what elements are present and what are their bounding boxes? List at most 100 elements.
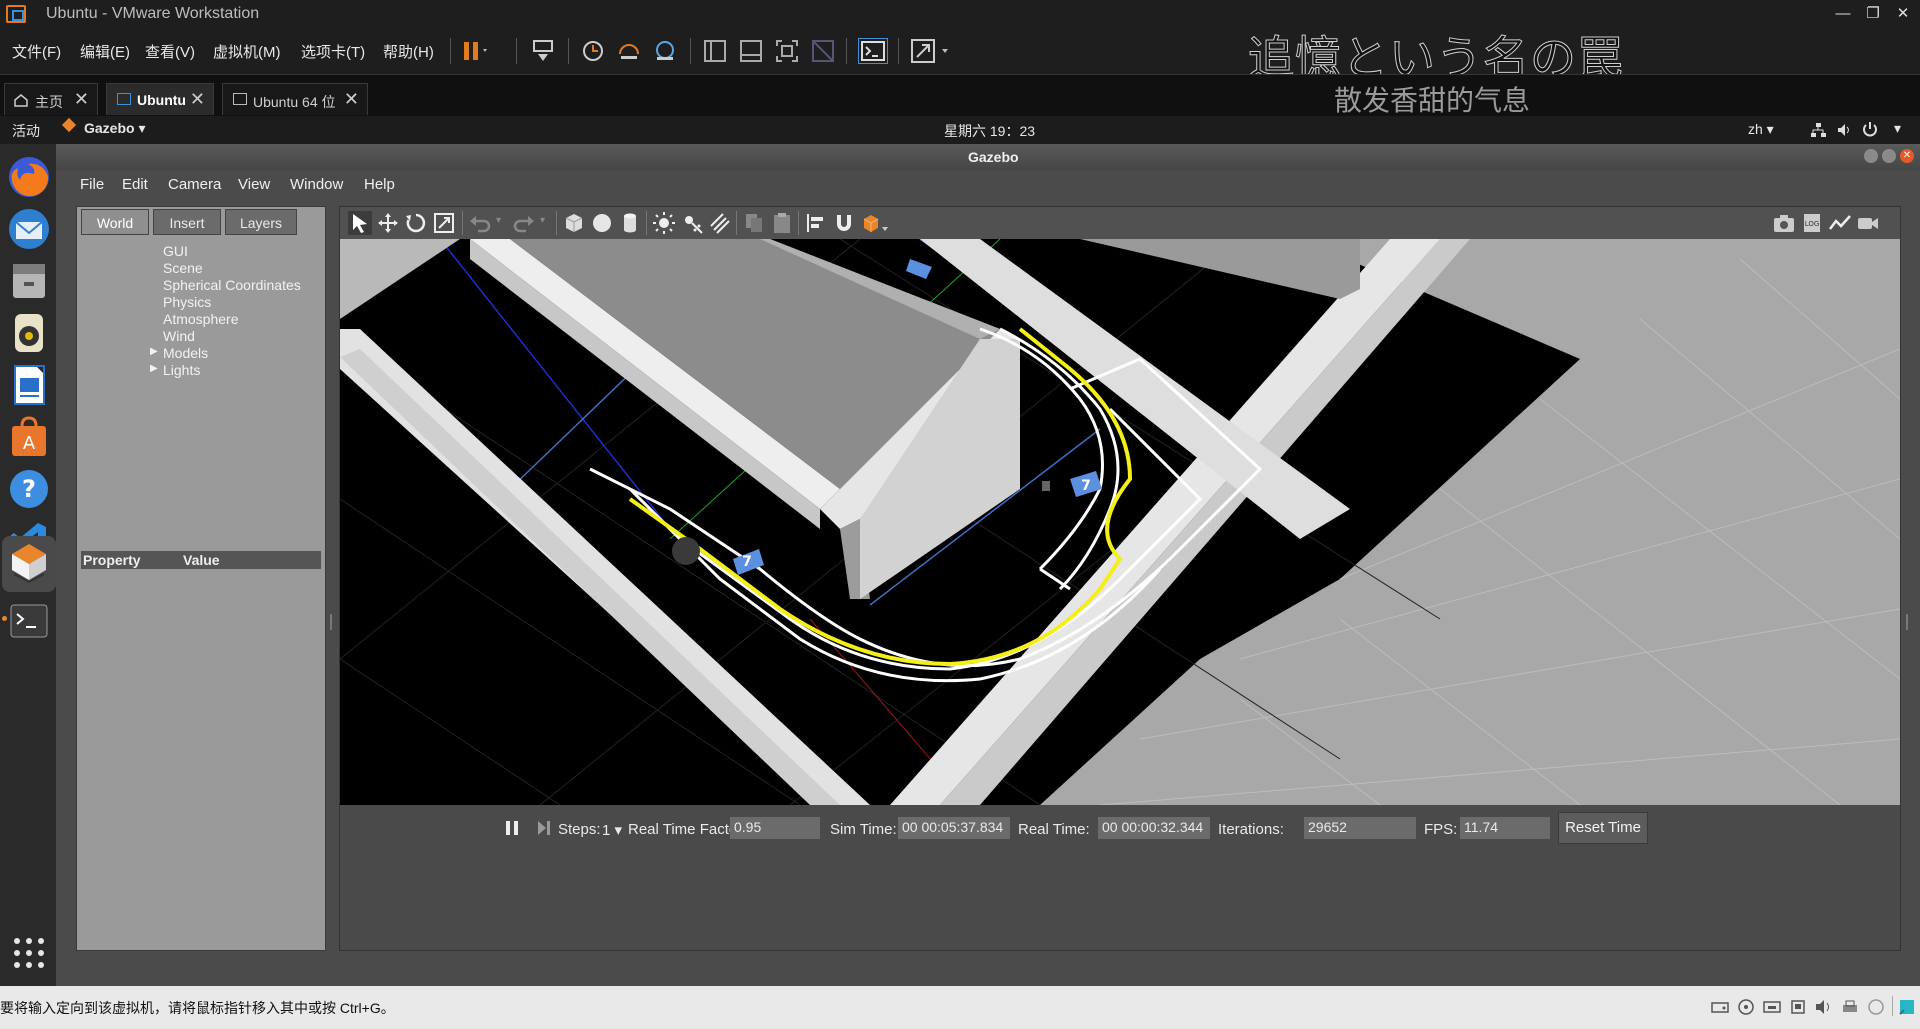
screenshot-icon[interactable] (1772, 211, 1796, 235)
tree-item-gui[interactable]: GUI (163, 243, 188, 259)
show-applications-icon[interactable] (6, 930, 52, 976)
step-icon[interactable] (536, 819, 552, 837)
tree-item-spherical-coordinates[interactable]: Spherical Coordinates (163, 277, 301, 293)
gazebo-dock-item[interactable] (2, 536, 56, 592)
libreoffice-writer-icon[interactable] (6, 362, 52, 408)
menu-edit[interactable]: 编辑(E) (80, 41, 130, 62)
menu-help[interactable]: 帮助(H) (383, 41, 434, 62)
maximize-icon[interactable] (1882, 149, 1896, 163)
undo-history-chevron-icon[interactable]: ▾ (496, 215, 501, 226)
menu-vm[interactable]: 虚拟机(M) (213, 41, 281, 62)
unity-mode-icon[interactable] (810, 38, 836, 64)
sphere-shape-icon[interactable] (590, 211, 614, 235)
steps-spinner[interactable]: 1 ▾ (602, 821, 622, 839)
usb-icon[interactable] (1788, 998, 1808, 1016)
menu-view[interactable]: View (238, 176, 270, 193)
directional-light-icon[interactable] (708, 211, 732, 235)
software-center-icon[interactable]: A (6, 414, 52, 460)
paste-icon[interactable] (770, 211, 794, 235)
tab-insert[interactable]: Insert (153, 209, 221, 235)
align-icon[interactable] (804, 211, 828, 235)
menu-view[interactable]: 查看(V) (145, 41, 195, 62)
close-icon[interactable]: ✕ (1888, 2, 1918, 26)
tab-world[interactable]: World (81, 209, 149, 235)
clock[interactable]: 星期六 19：23 (944, 121, 1035, 141)
expand-arrow-icon[interactable]: ▶ (150, 363, 158, 374)
close-tab-icon[interactable]: ✕ (74, 89, 89, 110)
snapshot-icon[interactable] (580, 38, 606, 64)
show-library-icon[interactable] (702, 38, 728, 64)
menu-camera[interactable]: Camera (168, 176, 221, 193)
menu-file[interactable]: 文件(F) (12, 41, 61, 62)
log-icon[interactable]: LOG (1800, 211, 1824, 235)
menu-help[interactable]: Help (364, 176, 395, 193)
close-icon[interactable]: ✕ (1900, 149, 1914, 163)
console-view-icon[interactable] (858, 38, 888, 64)
help-icon[interactable]: ? (6, 466, 52, 512)
network-icon[interactable] (1810, 122, 1826, 138)
menu-window[interactable]: Window (290, 176, 343, 193)
restore-icon[interactable]: ❐ (1858, 2, 1888, 26)
tab-ubuntu[interactable]: Ubuntu ✕ (106, 83, 214, 115)
fullscreen-icon[interactable] (774, 38, 800, 64)
app-menu[interactable]: Gazebo ▾ (84, 120, 146, 137)
cylinder-shape-icon[interactable] (618, 211, 642, 235)
volume-icon[interactable] (1836, 122, 1852, 138)
close-tab-icon[interactable]: ✕ (344, 89, 359, 110)
firefox-icon[interactable] (6, 154, 52, 200)
stretch-guest-icon[interactable] (910, 38, 954, 64)
hdd-icon[interactable] (1710, 998, 1730, 1016)
menu-file[interactable]: File (80, 176, 104, 193)
thunderbird-icon[interactable] (6, 206, 52, 252)
reset-time-button[interactable]: Reset Time (1558, 812, 1648, 844)
view-angle-icon[interactable] (860, 211, 894, 235)
select-mode-icon[interactable] (348, 211, 372, 235)
menu-tabs[interactable]: 选项卡(T) (301, 41, 365, 62)
copy-icon[interactable] (742, 211, 766, 235)
panel-splitter-handle[interactable] (330, 614, 332, 630)
3d-viewport[interactable]: 7 7 (339, 238, 1901, 806)
snapshot-manager-icon[interactable] (652, 38, 678, 64)
minimize-icon[interactable] (1864, 149, 1878, 163)
send-ctrl-alt-del-icon[interactable] (530, 38, 556, 64)
cd-icon[interactable] (1736, 998, 1756, 1016)
activities-button[interactable]: 活动 (12, 121, 40, 141)
pause-icon[interactable] (504, 819, 520, 837)
scene-canvas[interactable]: 7 7 (339, 238, 1901, 806)
pause-vm-icon[interactable] (460, 38, 487, 64)
sound-card-icon[interactable] (1814, 998, 1834, 1016)
tree-item-lights[interactable]: Lights (163, 362, 200, 378)
translate-mode-icon[interactable] (376, 211, 400, 235)
input-method-menu[interactable]: zh ▾ (1748, 121, 1774, 138)
tree-item-scene[interactable]: Scene (163, 260, 203, 276)
tree-item-physics[interactable]: Physics (163, 294, 211, 310)
tree-item-wind[interactable]: Wind (163, 328, 195, 344)
point-light-icon[interactable] (652, 211, 676, 235)
thumbnail-bar-icon[interactable] (738, 38, 764, 64)
marker-model[interactable] (1042, 481, 1050, 491)
close-tab-icon[interactable]: ✕ (190, 89, 205, 110)
rotate-mode-icon[interactable] (404, 211, 428, 235)
tab-layers[interactable]: Layers (225, 209, 297, 235)
robot-model[interactable] (672, 537, 700, 565)
power-icon[interactable] (1862, 121, 1878, 137)
system-menu-chevron-icon[interactable]: ▾ (1894, 120, 1901, 137)
panel-splitter-handle[interactable] (1906, 614, 1908, 630)
rhythmbox-icon[interactable] (6, 310, 52, 356)
files-icon[interactable] (6, 258, 52, 304)
spot-light-icon[interactable] (680, 211, 704, 235)
snap-icon[interactable] (832, 211, 856, 235)
tree-item-models[interactable]: Models (163, 345, 208, 361)
network-adapter-icon[interactable] (1762, 998, 1782, 1016)
redo-history-chevron-icon[interactable]: ▾ (540, 215, 545, 226)
tab-ubuntu-64[interactable]: Ubuntu 64 位 ✕ (222, 83, 368, 115)
message-log-icon[interactable] (1898, 998, 1918, 1016)
revert-snapshot-icon[interactable] (616, 38, 642, 64)
printer-icon[interactable] (1840, 998, 1860, 1016)
expand-arrow-icon[interactable]: ▶ (150, 346, 158, 357)
box-shape-icon[interactable] (562, 211, 586, 235)
terminal-icon[interactable] (6, 598, 52, 644)
video-record-icon[interactable] (1856, 211, 1880, 235)
menu-edit[interactable]: Edit (122, 176, 148, 193)
tree-item-atmosphere[interactable]: Atmosphere (163, 311, 238, 327)
